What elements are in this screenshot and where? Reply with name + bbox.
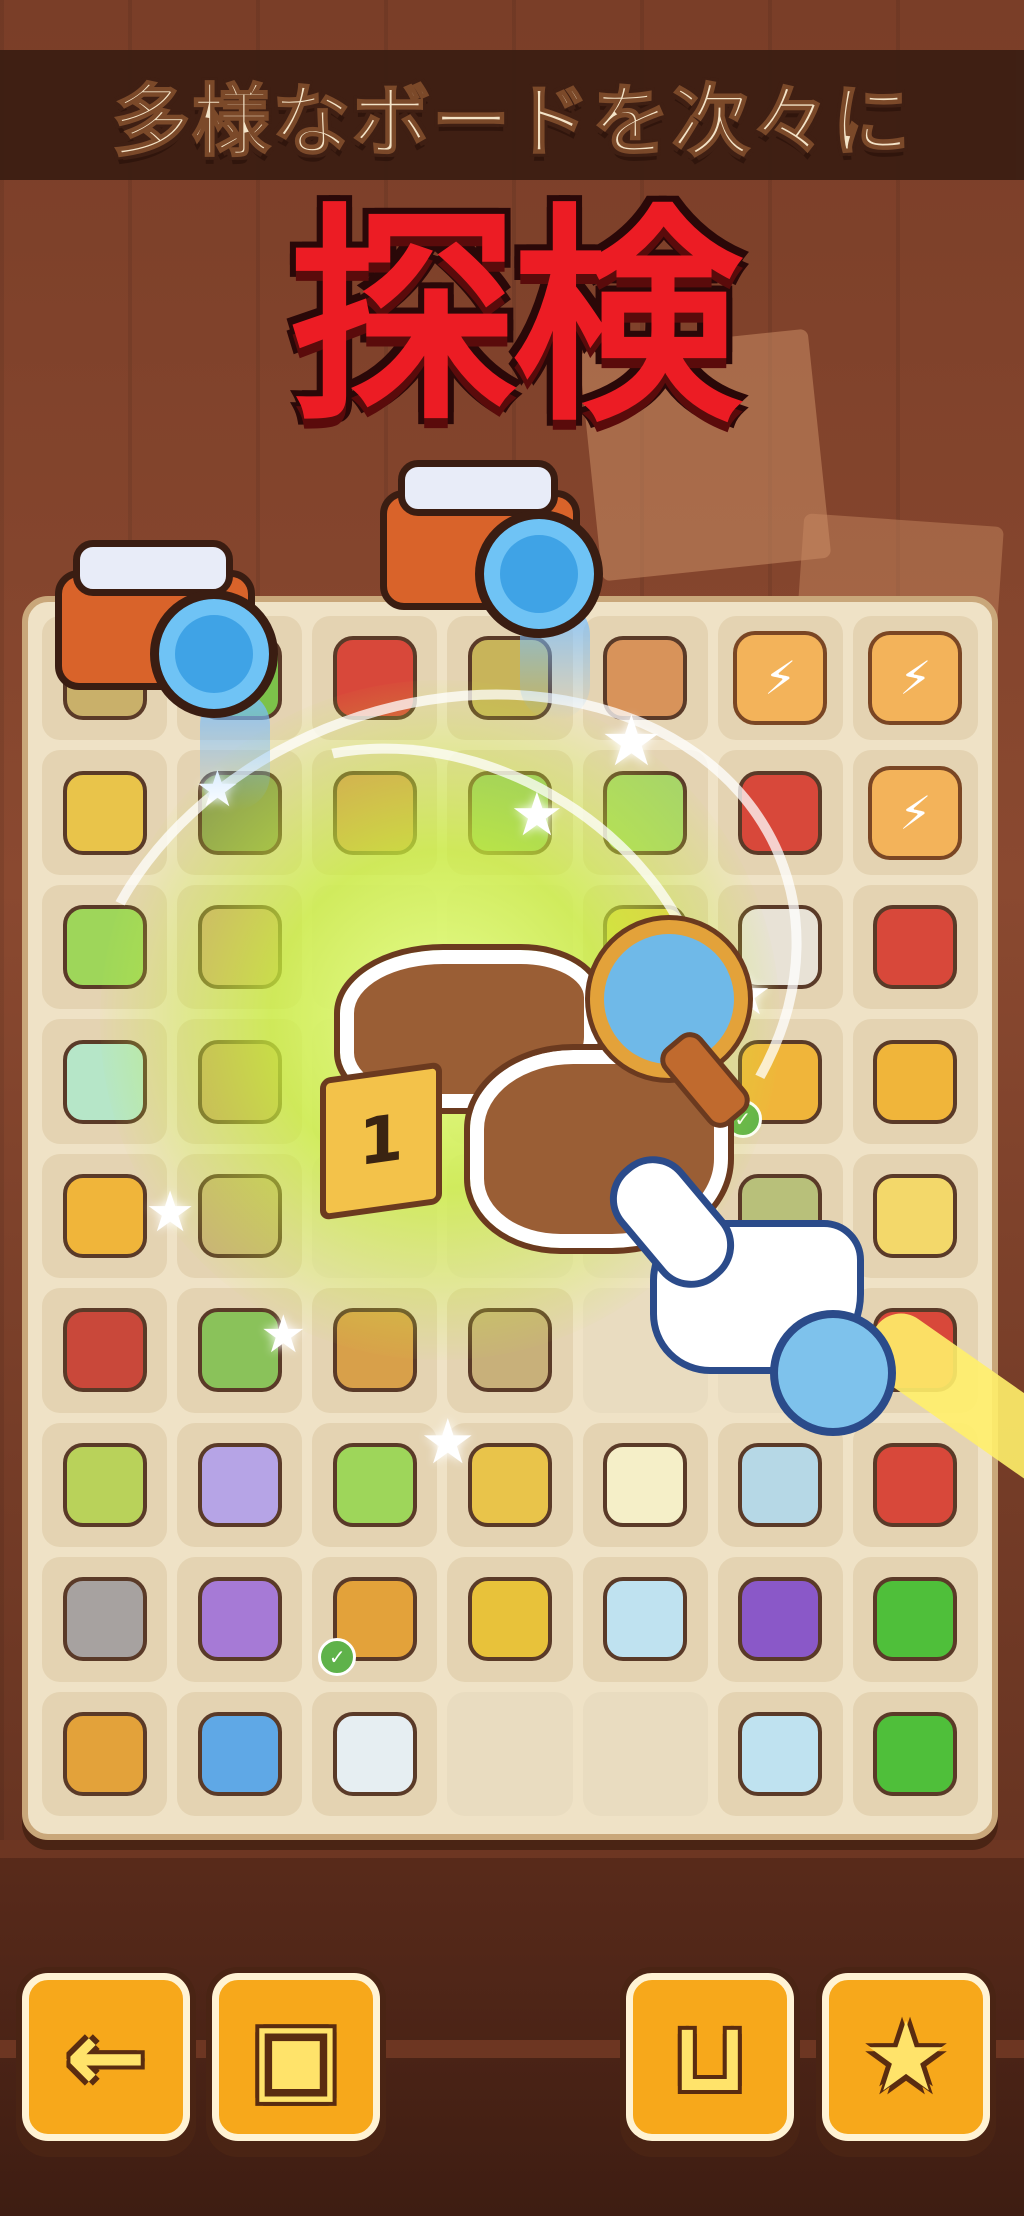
globe-lamp-icon <box>603 1442 688 1527</box>
board-cell[interactable] <box>42 1557 168 1682</box>
evidence-marker-number: 1 <box>358 1100 404 1182</box>
back-button[interactable]: ← <box>22 1973 190 2141</box>
board-cell[interactable]: ✓ <box>312 1557 438 1682</box>
star-button[interactable]: ★ <box>822 1973 990 2141</box>
magnifier-icon <box>62 1711 147 1796</box>
stone-machine-icon <box>62 1577 147 1662</box>
sparkle-star-icon: ★ <box>600 700 663 782</box>
gold-bag-icon <box>467 1577 552 1662</box>
board-cell[interactable] <box>717 1422 843 1548</box>
barrier-crate-icon <box>62 770 147 855</box>
board-cell[interactable] <box>312 1422 438 1548</box>
camera-lens <box>475 510 603 638</box>
barrier-crate-icon <box>467 1442 552 1527</box>
board-cell[interactable] <box>447 1691 573 1816</box>
camera-top <box>398 460 558 516</box>
board-cell[interactable] <box>582 1691 708 1816</box>
sparkle-star-icon: ★ <box>420 1405 476 1478</box>
box-icon: ▣ <box>250 2001 342 2113</box>
frame-item-icon <box>467 1308 552 1393</box>
green-sponge-icon <box>873 1577 958 1662</box>
board-cell[interactable] <box>312 1288 438 1413</box>
checkmark-icon: ✓ <box>318 1637 357 1676</box>
board-cell[interactable] <box>852 1019 978 1144</box>
board-cell[interactable] <box>42 1691 168 1816</box>
board-cell[interactable]: ⚡ <box>852 616 978 741</box>
barrier-sign-icon <box>873 1039 958 1124</box>
board-cell[interactable]: ⚡ <box>852 750 978 875</box>
camera-icon <box>380 460 603 638</box>
toolbox-red-icon <box>873 905 958 990</box>
page-title: 探検 <box>287 186 742 453</box>
board-cell[interactable] <box>42 1422 168 1548</box>
green-cloth-icon <box>873 1711 958 1796</box>
evidence-marker: 1 <box>320 1061 442 1221</box>
light-bulb-icon <box>332 1711 417 1796</box>
glass-trophy-icon <box>738 1711 823 1796</box>
lightning-box-icon: ⚡ <box>733 631 828 726</box>
sparkle-star-icon: ★ <box>260 1305 307 1365</box>
board-cell[interactable] <box>177 1557 303 1682</box>
basket-button[interactable]: ⊔ <box>626 1973 794 2141</box>
board-cell[interactable] <box>42 1288 168 1413</box>
board-cell[interactable] <box>852 1557 978 1682</box>
trophy-star-icon <box>738 1442 823 1527</box>
purple-lamp-icon <box>197 1577 282 1662</box>
camera-lens <box>150 590 278 718</box>
sprout-icon <box>332 1442 417 1527</box>
street-lamp-icon <box>197 1442 282 1527</box>
axe-icon <box>62 1308 147 1393</box>
camera-icon <box>55 540 278 718</box>
sparkle-star-icon: ★ <box>510 780 564 850</box>
board-cell[interactable] <box>447 1557 573 1682</box>
board-cell[interactable]: ⚡ <box>717 616 843 741</box>
glass-trophy-icon <box>603 1577 688 1662</box>
lightning-box-icon: ⚡ <box>868 631 963 726</box>
purple-scooter-icon <box>738 1577 823 1662</box>
tube-item-icon <box>332 1308 417 1393</box>
board-cell[interactable] <box>177 1422 303 1548</box>
basket-icon: ⊔ <box>671 2001 749 2113</box>
board-cell[interactable] <box>582 1557 708 1682</box>
board-cell[interactable] <box>582 1422 708 1548</box>
board-cell[interactable] <box>852 884 978 1010</box>
blue-magnifier-icon <box>197 1711 282 1796</box>
board-cell[interactable] <box>852 1691 978 1816</box>
motor-icon <box>873 1442 958 1527</box>
shelf-edge <box>0 1840 1024 1858</box>
board-cell[interactable] <box>717 1557 843 1682</box>
sparkle-star-icon: ★ <box>145 1180 196 1245</box>
board-cell[interactable] <box>447 1288 573 1413</box>
green-bag-icon <box>62 1442 147 1527</box>
camera-top <box>73 540 233 596</box>
banner-text: 多様なボードを次々に <box>111 76 912 168</box>
box-button[interactable]: ▣ <box>212 1973 380 2141</box>
arrow-left-icon: ← <box>65 2001 147 2113</box>
board-cell[interactable] <box>717 1691 843 1816</box>
star-icon: ★ <box>862 2001 950 2113</box>
hand-cuff <box>770 1310 896 1436</box>
board-cell[interactable] <box>852 1422 978 1548</box>
header-banner: 多様なボードを次々に <box>0 50 1024 180</box>
board-cell[interactable] <box>312 1691 438 1816</box>
pointer-hand-icon <box>593 1139 896 1436</box>
board-cell[interactable] <box>177 1691 303 1816</box>
lightning-box-icon: ⚡ <box>868 765 963 860</box>
